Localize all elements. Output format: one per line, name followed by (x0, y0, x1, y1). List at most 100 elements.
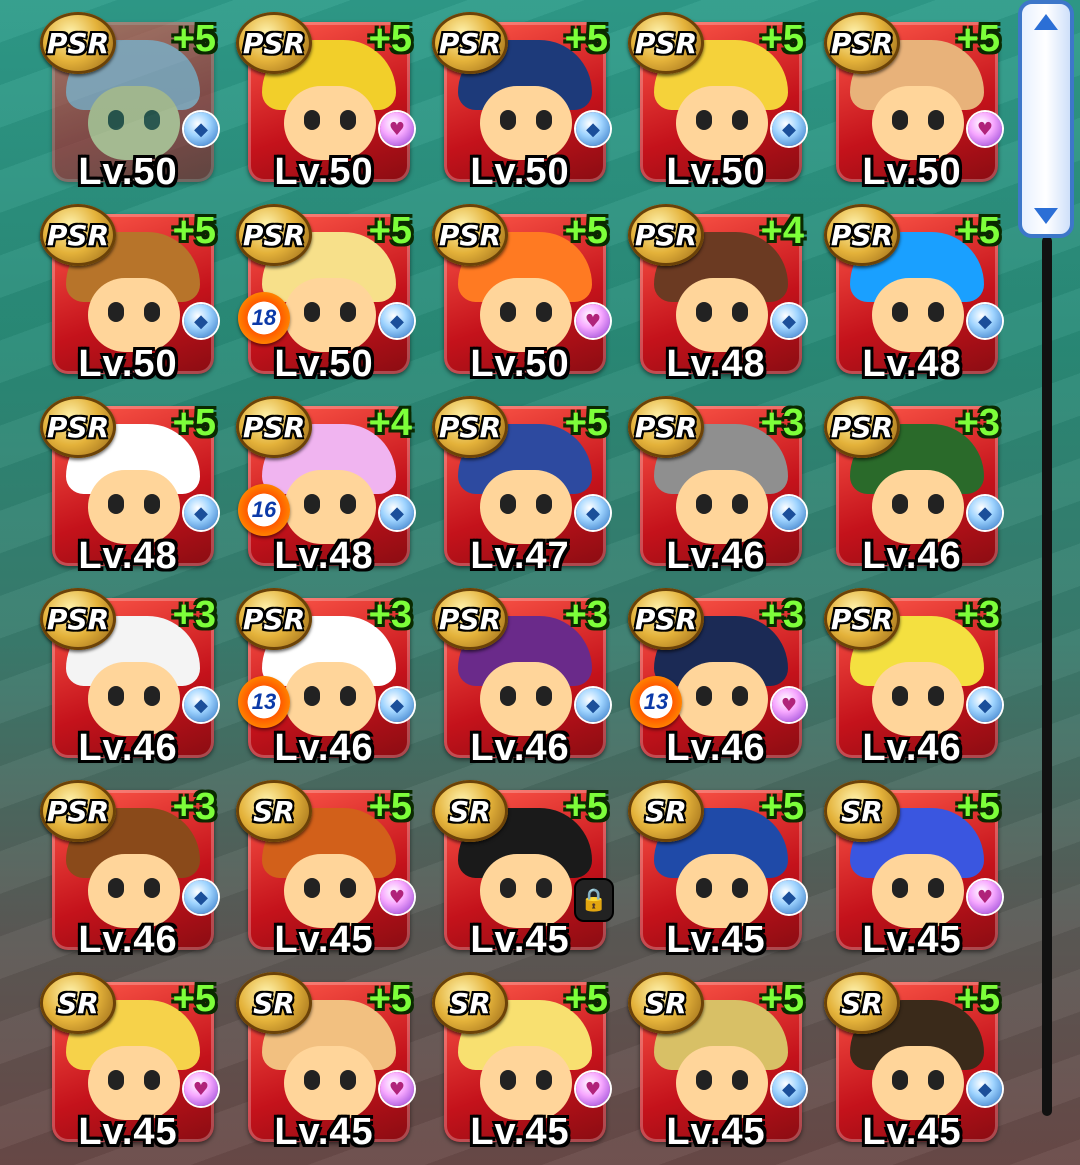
eye-right (144, 302, 160, 322)
character-card[interactable]: SR +5 ♥ Lv.45 (40, 972, 218, 1153)
character-card[interactable]: PSR +3 ◆ Lv.46 (40, 588, 218, 769)
character-card[interactable]: PSR +5 ◆ Lv.48 (40, 396, 218, 577)
character-card[interactable]: PSR +3 ◆ Lv.46 (40, 780, 218, 961)
character-card[interactable]: PSR +3 ◆ Lv.46 (824, 588, 1002, 769)
scrollbar[interactable] (1018, 0, 1076, 1165)
drop-type-icon: ◆ (772, 880, 806, 914)
character-card[interactable]: PSR +5 ◆ Lv.50 (628, 12, 806, 193)
upgrade-count: +5 (564, 978, 608, 1020)
character-face (676, 854, 768, 928)
eye-right (340, 686, 356, 706)
rarity-badge: SR (40, 972, 116, 1034)
character-card[interactable]: PSR +5 ♥ Lv.50 (824, 12, 1002, 193)
character-card[interactable]: SR +5 🔒 Lv.45 (432, 780, 614, 961)
character-face (676, 1046, 768, 1120)
character-card[interactable]: SR +5 ◆ Lv.45 (628, 780, 806, 961)
rarity-badge: SR (432, 780, 508, 842)
upgrade-count: +3 (760, 594, 804, 636)
card-level: Lv.46 (78, 919, 178, 961)
rarity-badge: SR (824, 780, 900, 842)
card-level: Lv.46 (666, 535, 766, 577)
eye-left (892, 686, 908, 706)
rarity-badge: SR (628, 780, 704, 842)
upgrade-count: +5 (956, 210, 1000, 252)
character-card[interactable]: SR +5 ♥ Lv.45 (236, 972, 414, 1153)
drop-type-icon: ◆ (576, 496, 610, 530)
character-face (88, 470, 180, 544)
card-level: Lv.48 (666, 343, 766, 385)
character-card[interactable]: PSR +3 ◆ Lv.46 (432, 588, 610, 769)
upgrade-count: +5 (956, 786, 1000, 828)
upgrade-count: +5 (368, 978, 412, 1020)
rarity-badge: SR (432, 972, 508, 1034)
upgrade-count: +5 (760, 786, 804, 828)
drop-type-icon: ◆ (380, 688, 414, 722)
event-badge: 13 (630, 676, 682, 728)
upgrade-count: +5 (956, 978, 1000, 1020)
character-card[interactable]: PSR +3 ◆ Lv.46 (824, 396, 1002, 577)
character-face (284, 662, 376, 736)
scroll-track[interactable] (1042, 236, 1052, 1116)
rarity-badge: PSR (628, 396, 704, 458)
eye-left (304, 686, 320, 706)
character-card[interactable]: SR +5 ♥ Lv.45 (236, 780, 414, 961)
upgrade-count: +5 (564, 210, 608, 252)
eye-left (892, 1070, 908, 1090)
character-face (480, 854, 572, 928)
heart-type-icon: ♥ (380, 880, 414, 914)
character-face (872, 278, 964, 352)
card-level: Lv.50 (470, 151, 570, 193)
upgrade-count: +5 (368, 18, 412, 60)
event-badge: 18 (238, 292, 290, 344)
card-level: Lv.46 (78, 727, 178, 769)
character-card[interactable]: SR +5 ♥ Lv.45 (432, 972, 610, 1153)
character-face (676, 278, 768, 352)
character-face (480, 86, 572, 160)
character-card[interactable]: PSR +5 ◆ Lv.50 (40, 12, 218, 193)
scroll-up-arrow-icon[interactable] (1034, 14, 1058, 30)
character-card[interactable]: SR +5 ◆ Lv.45 (824, 972, 1002, 1153)
character-card[interactable]: PSR +3 13 ♥ Lv.46 (628, 588, 806, 769)
character-card[interactable]: PSR +5 ◆ Lv.47 (432, 396, 610, 577)
scroll-thumb[interactable] (1018, 0, 1074, 238)
eye-left (696, 302, 712, 322)
eye-left (108, 878, 124, 898)
rarity-badge: PSR (40, 780, 116, 842)
eye-right (928, 878, 944, 898)
upgrade-count: +3 (564, 594, 608, 636)
character-card[interactable]: PSR +5 ♥ Lv.50 (432, 204, 610, 385)
character-face (676, 470, 768, 544)
card-level: Lv.50 (862, 151, 962, 193)
character-face (284, 86, 376, 160)
character-card[interactable]: PSR +4 ◆ Lv.48 (628, 204, 806, 385)
character-face (88, 854, 180, 928)
character-card[interactable]: PSR +4 16 ◆ Lv.48 (236, 396, 414, 577)
character-face (676, 662, 768, 736)
character-face (480, 278, 572, 352)
scroll-down-arrow-icon[interactable] (1034, 208, 1058, 224)
character-card[interactable]: PSR +5 ◆ Lv.50 (432, 12, 610, 193)
character-card[interactable]: PSR +5 ♥ Lv.50 (236, 12, 414, 193)
character-card[interactable]: PSR +3 13 ◆ Lv.46 (236, 588, 414, 769)
character-card[interactable]: SR +5 ♥ Lv.45 (824, 780, 1002, 961)
eye-left (108, 494, 124, 514)
upgrade-count: +3 (956, 402, 1000, 444)
character-card[interactable]: PSR +5 18 ◆ Lv.50 (236, 204, 414, 385)
character-face (480, 662, 572, 736)
character-card[interactable]: PSR +3 ◆ Lv.46 (628, 396, 806, 577)
eye-right (732, 494, 748, 514)
character-card[interactable]: SR +5 ◆ Lv.45 (628, 972, 806, 1153)
heart-type-icon: ♥ (184, 1072, 218, 1106)
card-level: Lv.50 (470, 343, 570, 385)
heart-type-icon: ♥ (576, 304, 610, 338)
upgrade-count: +5 (368, 786, 412, 828)
card-level: Lv.46 (862, 727, 962, 769)
character-card[interactable]: PSR +5 ◆ Lv.48 (824, 204, 1002, 385)
eye-right (928, 1070, 944, 1090)
rarity-badge: PSR (628, 204, 704, 266)
eye-left (892, 110, 908, 130)
upgrade-count: +4 (368, 402, 412, 444)
upgrade-count: +5 (368, 210, 412, 252)
character-card[interactable]: PSR +5 ◆ Lv.50 (40, 204, 218, 385)
card-level: Lv.47 (470, 535, 570, 577)
